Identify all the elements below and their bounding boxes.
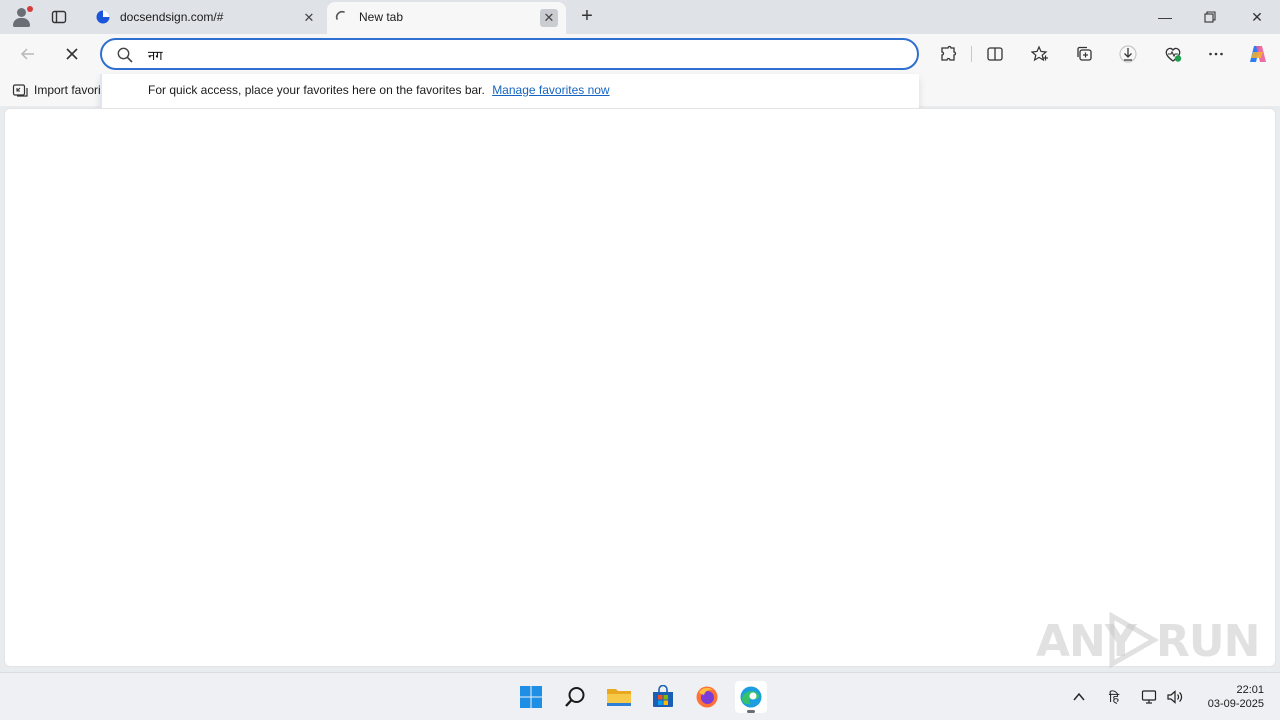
- firefox-icon[interactable]: [691, 681, 723, 713]
- extensions-icon[interactable]: [936, 42, 960, 66]
- back-button[interactable]: [16, 42, 40, 66]
- network-icon[interactable]: [1140, 687, 1160, 707]
- import-icon: [12, 84, 28, 97]
- tab-title: New tab: [359, 10, 404, 24]
- volume-icon[interactable]: [1165, 687, 1185, 707]
- downloads-icon[interactable]: [1116, 42, 1140, 66]
- stop-loading-button[interactable]: [60, 42, 84, 66]
- tab-actions-icon[interactable]: [50, 8, 68, 26]
- tab-close-icon[interactable]: ✕: [540, 9, 558, 27]
- close-window-button[interactable]: ✕: [1246, 6, 1268, 28]
- tab-new-tab[interactable]: New tab ✕: [327, 2, 566, 34]
- tab-strip: docsendsign.com/# ✕ New tab ✕ + — ✕: [0, 0, 1280, 34]
- microsoft-store-icon[interactable]: [647, 681, 679, 713]
- system-clock[interactable]: 22:01 03-09-2025: [1194, 683, 1264, 711]
- tab-title: docsendsign.com/#: [120, 10, 224, 24]
- clock-time: 22:01: [1236, 684, 1264, 696]
- active-app-indicator: [747, 710, 755, 713]
- manage-favorites-link[interactable]: Manage favorites now: [492, 83, 609, 97]
- input-language-indicator[interactable]: हि: [1104, 687, 1124, 707]
- favorites-hint-text: For quick access, place your favorites h…: [148, 83, 485, 97]
- restore-button[interactable]: [1199, 6, 1221, 28]
- toolbar: [0, 34, 1280, 74]
- show-hidden-icons-icon[interactable]: [1069, 687, 1089, 707]
- loading-spinner-icon: [335, 10, 349, 24]
- search-icon: [116, 46, 134, 64]
- split-screen-icon[interactable]: [983, 42, 1007, 66]
- tab-docsendsign[interactable]: docsendsign.com/# ✕: [88, 2, 326, 34]
- browser-essentials-icon[interactable]: [1161, 42, 1185, 66]
- search-icon[interactable]: [559, 681, 591, 713]
- play-icon: [1109, 611, 1160, 669]
- clock-date: 03-09-2025: [1207, 698, 1264, 710]
- address-bar[interactable]: [100, 38, 919, 70]
- anyrun-watermark: ANY RUN: [1036, 608, 1260, 672]
- watermark-text-run: RUN: [1156, 616, 1260, 667]
- minimize-button[interactable]: —: [1154, 6, 1176, 28]
- copilot-icon[interactable]: [1246, 42, 1270, 66]
- collections-icon[interactable]: [1072, 42, 1096, 66]
- windows-start-icon[interactable]: [515, 681, 547, 713]
- file-explorer-icon[interactable]: [603, 681, 635, 713]
- address-input[interactable]: [148, 45, 888, 65]
- profile-icon[interactable]: [10, 6, 34, 28]
- favorites-icon[interactable]: [1028, 42, 1052, 66]
- new-tab-button[interactable]: +: [576, 6, 598, 28]
- tab-close-icon[interactable]: ✕: [300, 9, 318, 27]
- settings-more-icon[interactable]: [1204, 42, 1228, 66]
- favorites-hint: For quick access, place your favorites h…: [148, 83, 610, 97]
- toolbar-divider: [971, 46, 972, 62]
- taskbar: हि 22:01 03-09-2025: [0, 672, 1280, 720]
- page-content[interactable]: [4, 108, 1276, 667]
- edge-page-icon: [96, 10, 110, 24]
- edge-icon[interactable]: [735, 681, 767, 713]
